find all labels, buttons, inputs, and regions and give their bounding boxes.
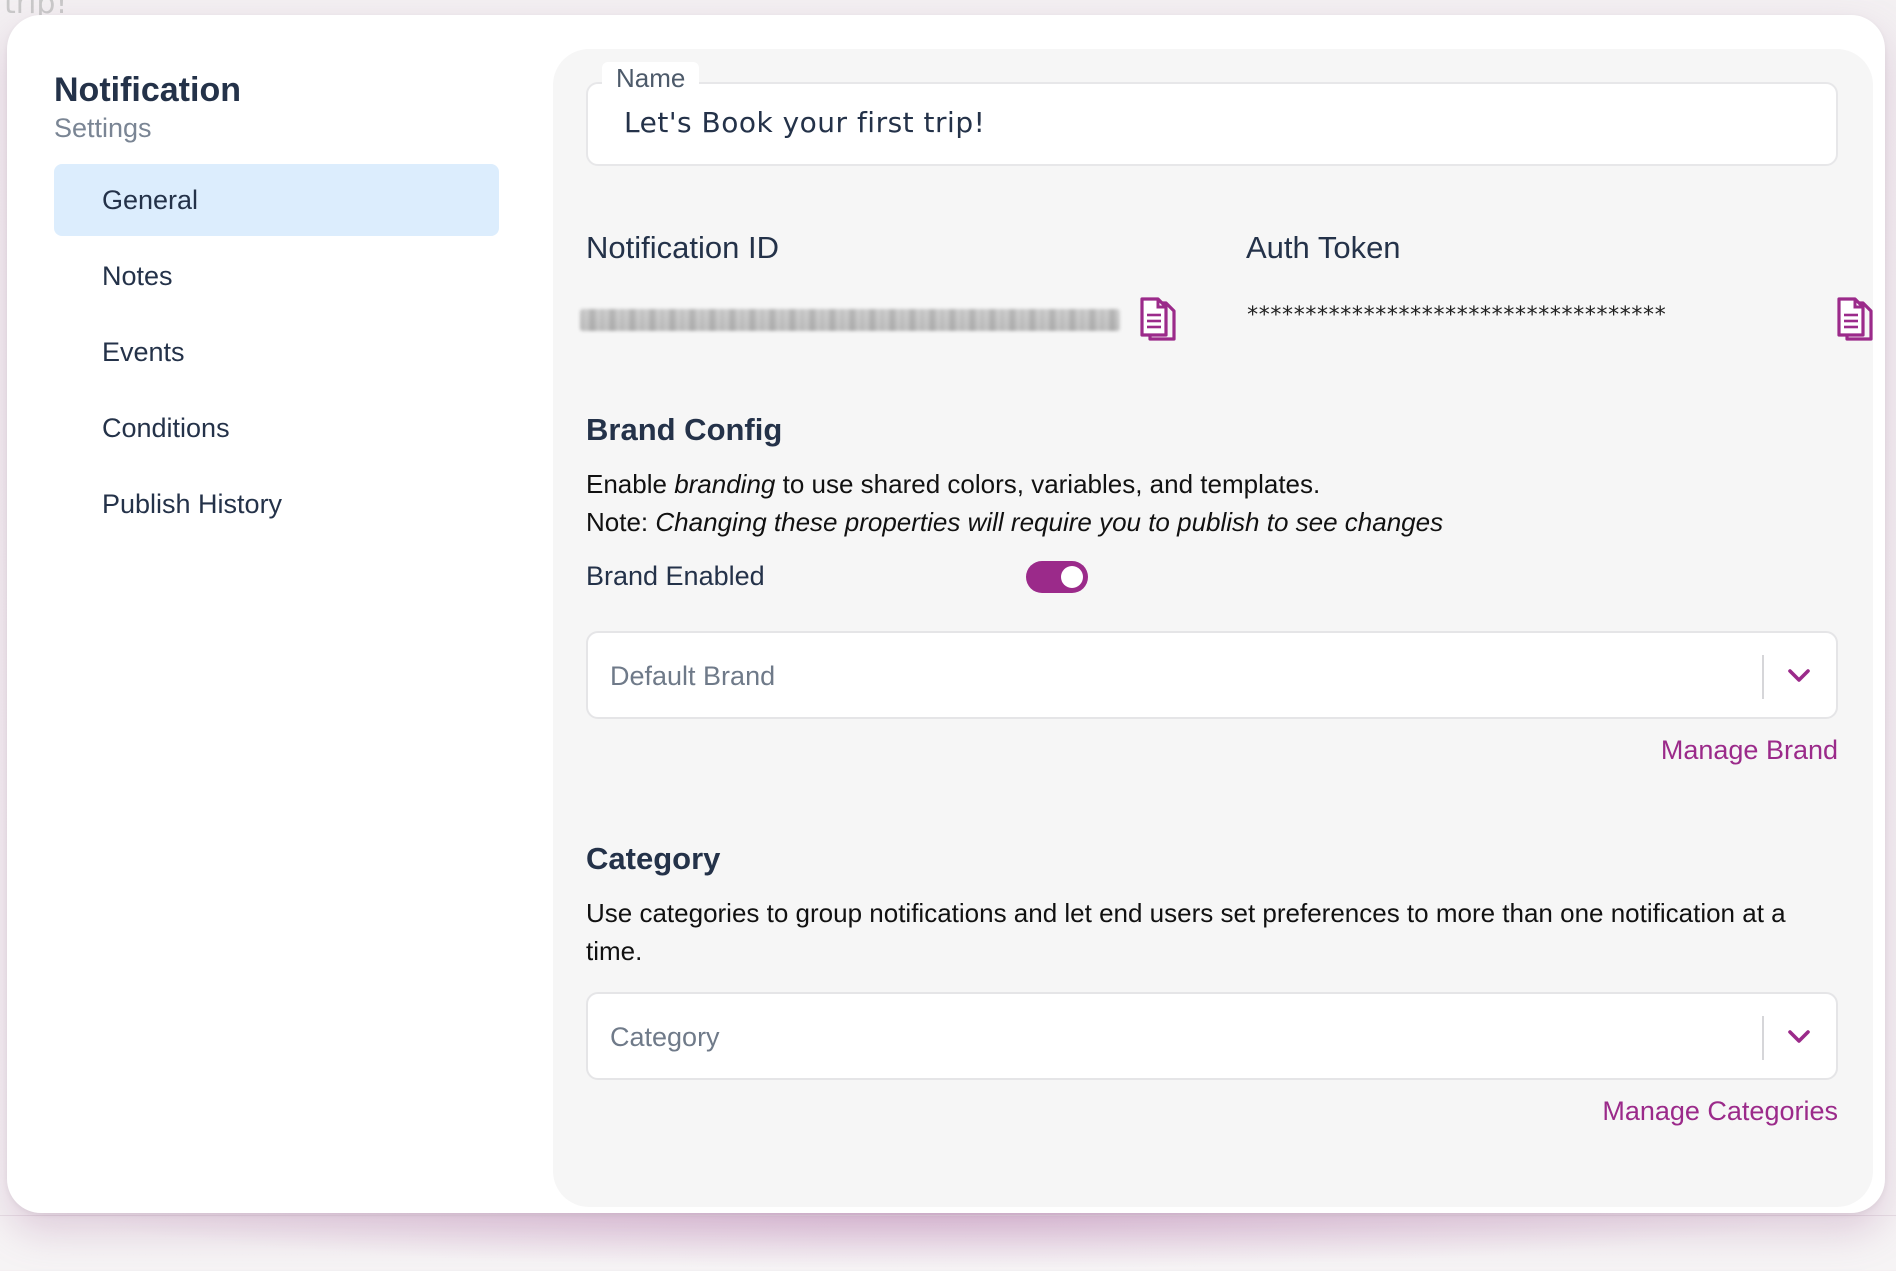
sidebar-item-publish-history[interactable]: Publish History: [54, 468, 499, 540]
notification-id-row: [580, 295, 1186, 345]
brand-select-placeholder: Default Brand: [610, 661, 776, 691]
brand-select[interactable]: Default Brand: [586, 631, 1838, 719]
settings-sidebar: Notification Settings General Notes Even…: [54, 69, 499, 544]
sidebar-nav: General Notes Events Conditions Publish …: [54, 164, 499, 540]
manage-categories-link[interactable]: Manage Categories: [586, 1094, 1838, 1128]
brand-config-section: Brand Config Enable branding to use shar…: [586, 411, 1838, 767]
toggle-knob: [1061, 566, 1083, 588]
copy-document-icon[interactable]: [1136, 295, 1176, 345]
brand-enabled-label: Brand Enabled: [586, 561, 765, 591]
sidebar-subtitle: Settings: [54, 113, 152, 143]
general-settings-panel: Name Let's Book your first trip! Notific…: [553, 49, 1873, 1207]
auth-token-label: Auth Token: [1246, 230, 1401, 265]
brand-enabled-row: Brand Enabled: [586, 559, 1838, 601]
brand-config-description: Enable branding to use shared colors, va…: [586, 465, 1838, 541]
background-app-area: [0, 1215, 1896, 1271]
notification-id-label: Notification ID: [586, 230, 779, 265]
chevron-down-icon[interactable]: [1784, 1024, 1814, 1050]
chevron-down-icon[interactable]: [1784, 663, 1814, 689]
sidebar-item-notes[interactable]: Notes: [54, 240, 499, 312]
auth-token-value: ************************************: [1246, 303, 1667, 328]
brand-desc-line1-pre: Enable: [586, 469, 675, 499]
brand-desc-line2-emphasis: Changing these properties will require y…: [655, 507, 1444, 537]
select-divider: [1762, 655, 1764, 699]
brand-desc-line2-pre: Note:: [586, 507, 656, 537]
notification-id-value-redacted: [580, 309, 1120, 331]
name-field-value[interactable]: Let's Book your first trip!: [624, 106, 985, 139]
category-section: Category Use categories to group notific…: [586, 840, 1838, 1128]
category-description: Use categories to group notifications an…: [586, 898, 1786, 966]
auth-token-block: Auth Token *****************************…: [1246, 229, 1873, 341]
notification-id-block: Notification ID: [580, 229, 1186, 341]
name-field[interactable]: Name Let's Book your first trip!: [586, 62, 1838, 166]
copy-document-icon[interactable]: [1833, 295, 1873, 345]
sidebar-item-conditions[interactable]: Conditions: [54, 392, 499, 464]
category-heading: Category: [586, 841, 721, 876]
sidebar-title: Notification: [54, 71, 241, 109]
brand-desc-line1-emphasis: branding: [674, 469, 776, 499]
sidebar-item-events[interactable]: Events: [54, 316, 499, 388]
sidebar-item-general[interactable]: General: [54, 164, 499, 236]
brand-enabled-toggle[interactable]: [1026, 561, 1088, 593]
manage-brand-link[interactable]: Manage Brand: [586, 733, 1838, 767]
category-select-placeholder: Category: [610, 1022, 720, 1052]
auth-token-row: ************************************: [1246, 295, 1873, 345]
notification-settings-modal: Notification Settings General Notes Even…: [7, 15, 1885, 1213]
category-select[interactable]: Category: [586, 992, 1838, 1080]
select-divider: [1762, 1016, 1764, 1060]
brand-desc-line1-post: to use shared colors, variables, and tem…: [775, 469, 1321, 499]
name-field-label: Name: [602, 62, 700, 94]
brand-config-heading: Brand Config: [586, 412, 783, 447]
